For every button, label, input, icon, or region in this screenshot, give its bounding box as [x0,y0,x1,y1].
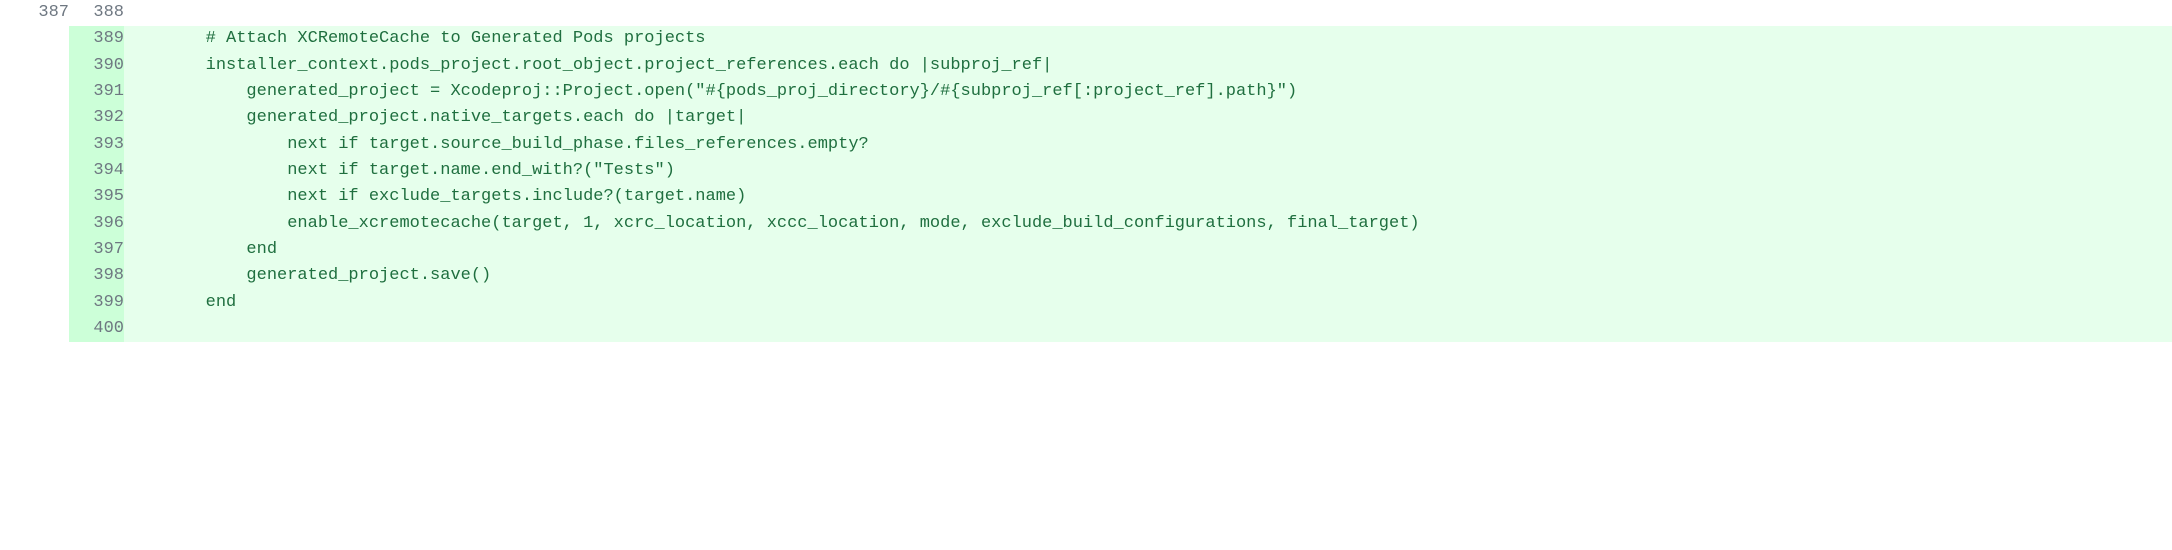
code-line[interactable]: generated_project = Xcodeproj::Project.o… [124,79,2172,105]
diff-row[interactable]: 393 next if target.source_build_phase.fi… [0,132,2172,158]
old-line-number: 387 [14,0,69,26]
diff-table: 387388389 # Attach XCRemoteCache to Gene… [0,0,2172,342]
code-line[interactable] [124,0,2172,26]
row-gutter [0,316,14,342]
diff-row[interactable]: 390 installer_context.pods_project.root_… [0,53,2172,79]
old-line-number [14,26,69,52]
row-gutter [0,158,14,184]
row-gutter [0,211,14,237]
new-line-number: 389 [69,26,124,52]
old-line-number [14,237,69,263]
row-gutter [0,53,14,79]
old-line-number [14,132,69,158]
new-line-number: 400 [69,316,124,342]
diff-row[interactable]: 398 generated_project.save() [0,263,2172,289]
code-line[interactable]: generated_project.native_targets.each do… [124,105,2172,131]
new-line-number: 397 [69,237,124,263]
old-line-number [14,184,69,210]
old-line-number [14,263,69,289]
code-line[interactable]: next if target.source_build_phase.files_… [124,132,2172,158]
new-line-number: 396 [69,211,124,237]
diff-row[interactable]: 396 enable_xcremotecache(target, 1, xcrc… [0,211,2172,237]
old-line-number [14,53,69,79]
diff-row[interactable]: 389 # Attach XCRemoteCache to Generated … [0,26,2172,52]
old-line-number [14,105,69,131]
old-line-number [14,316,69,342]
diff-row[interactable]: 392 generated_project.native_targets.eac… [0,105,2172,131]
new-line-number: 393 [69,132,124,158]
old-line-number [14,158,69,184]
row-gutter [0,105,14,131]
code-line[interactable]: end [124,290,2172,316]
code-line[interactable]: next if target.name.end_with?("Tests") [124,158,2172,184]
new-line-number: 395 [69,184,124,210]
new-line-number: 391 [69,79,124,105]
new-line-number: 399 [69,290,124,316]
old-line-number [14,79,69,105]
row-gutter [0,26,14,52]
row-gutter [0,79,14,105]
diff-row[interactable]: 387388 [0,0,2172,26]
new-line-number: 390 [69,53,124,79]
old-line-number [14,211,69,237]
diff-row[interactable]: 391 generated_project = Xcodeproj::Proje… [0,79,2172,105]
code-line[interactable] [124,316,2172,342]
row-gutter [0,0,14,26]
new-line-number: 392 [69,105,124,131]
row-gutter [0,263,14,289]
diff-row[interactable]: 395 next if exclude_targets.include?(tar… [0,184,2172,210]
code-line[interactable]: installer_context.pods_project.root_obje… [124,53,2172,79]
code-line[interactable]: # Attach XCRemoteCache to Generated Pods… [124,26,2172,52]
code-line[interactable]: generated_project.save() [124,263,2172,289]
diff-row[interactable]: 400 [0,316,2172,342]
row-gutter [0,132,14,158]
row-gutter [0,184,14,210]
new-line-number: 398 [69,263,124,289]
code-line[interactable]: next if exclude_targets.include?(target.… [124,184,2172,210]
diff-row[interactable]: 394 next if target.name.end_with?("Tests… [0,158,2172,184]
old-line-number [14,290,69,316]
new-line-number: 388 [69,0,124,26]
new-line-number: 394 [69,158,124,184]
code-line[interactable]: enable_xcremotecache(target, 1, xcrc_loc… [124,211,2172,237]
row-gutter [0,237,14,263]
diff-row[interactable]: 397 end [0,237,2172,263]
diff-table-body: 387388389 # Attach XCRemoteCache to Gene… [0,0,2172,342]
code-line[interactable]: end [124,237,2172,263]
diff-row[interactable]: 399 end [0,290,2172,316]
row-gutter [0,290,14,316]
